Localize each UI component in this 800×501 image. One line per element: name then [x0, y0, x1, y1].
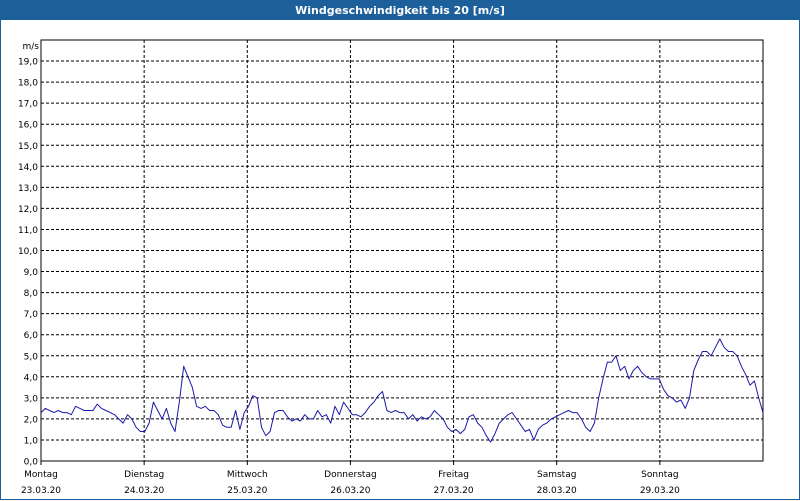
x-tick-day-label: Dienstag [124, 470, 164, 480]
y-tick-label: 17,0 [18, 100, 38, 110]
x-tick-day-label: Sonntag [641, 470, 678, 480]
chart-area: m/s 0,0 1,0 2,0 3,0 4,0 5,0 6,0 7,0 8,0 9,0 10,0 11,… [18, 39, 764, 496]
x-tick-day-label: Mittwoch [227, 470, 268, 480]
y-tick-label: 9,0 [24, 268, 39, 278]
x-tick-date-label: 25.03.20 [227, 486, 267, 496]
x-tick-day-label: Donnerstag [324, 470, 377, 480]
y-tick-label: 0,0 [24, 458, 39, 468]
y-tick-label: 6,0 [24, 331, 39, 341]
y-tick-label: 12,0 [18, 205, 38, 215]
y-tick-label: 7,0 [24, 310, 39, 320]
x-tick-date-label: 27.03.20 [434, 486, 474, 496]
y-tick-label: 13,0 [18, 184, 38, 194]
y-axis-unit-label: m/s [23, 42, 40, 52]
y-tick-label: 11,0 [18, 226, 38, 236]
y-tick-label: 19,0 [18, 58, 38, 68]
chart-window: Windgeschwindigkeit bis 20 [m/s] m/s 0,0 1… [0, 0, 800, 500]
y-tick-label: 1,0 [24, 436, 39, 446]
y-tick-label: 14,0 [18, 163, 38, 173]
y-tick-label: 8,0 [24, 289, 39, 299]
y-tick-label: 16,0 [18, 121, 38, 131]
x-tick-day-label: Montag [24, 470, 58, 480]
x-tick-day-label: Freitag [438, 470, 469, 480]
wind-speed-line [40, 338, 764, 443]
y-tick-label: 4,0 [24, 373, 39, 383]
x-tick-date-label: 23.03.20 [21, 486, 61, 496]
y-tick-label: 10,0 [18, 247, 38, 257]
y-tick-label: 5,0 [24, 352, 39, 362]
x-tick-date-label: 29.03.20 [640, 486, 680, 496]
x-tick-date-label: 28.03.20 [537, 486, 577, 496]
x-tick-date-label: 26.03.20 [330, 486, 370, 496]
x-tick-day-label: Samstag [537, 470, 576, 480]
x-tick-date-label: 24.03.20 [124, 486, 164, 496]
y-tick-label: 18,0 [18, 79, 38, 89]
y-tick-label: 3,0 [24, 394, 39, 404]
y-tick-label: 15,0 [18, 142, 38, 152]
y-tick-label: 2,0 [24, 415, 39, 425]
